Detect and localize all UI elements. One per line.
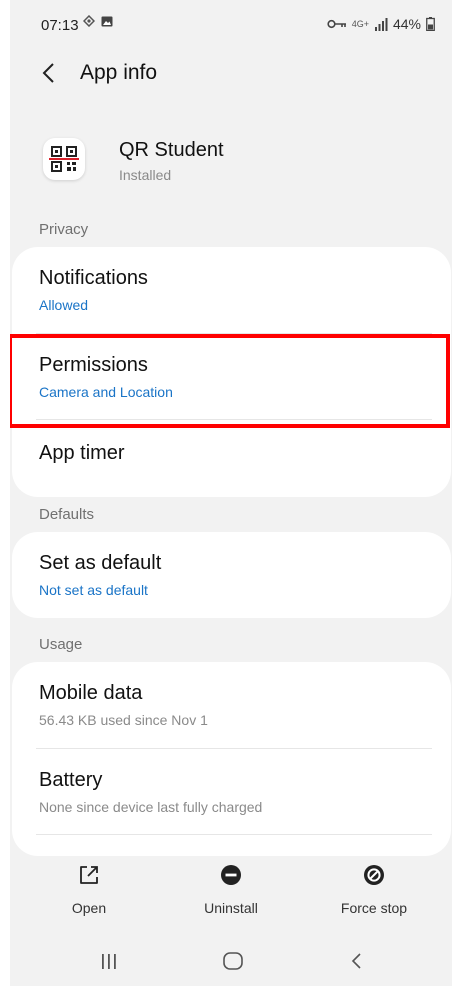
battery-percent: 44% [392,16,421,32]
open-external-icon [80,866,98,884]
home-icon [223,952,243,970]
minus-circle-icon [221,865,241,885]
app-bar: App info [10,52,452,94]
key-icon [327,19,346,29]
battery-icon [426,17,435,31]
app-name: QR Student [119,139,224,161]
notifications-row[interactable]: Notifications Allowed [12,247,451,333]
uninstall-button[interactable]: Uninstall [176,864,286,926]
notifications-subtitle: Allowed [39,297,89,313]
app-timer-title: App timer [39,442,125,464]
image-icon [101,16,113,26]
back-button[interactable] [34,58,64,88]
network-label: 4G+ [351,19,369,29]
app-summary: QR Student Installed [10,132,452,192]
battery-row[interactable]: Battery None since device last fully cha… [12,749,451,835]
battery-title: Battery [39,769,103,791]
set-as-default-row[interactable]: Set as default Not set as default [12,532,451,618]
permissions-row[interactable]: Permissions Camera and Location [12,334,451,419]
qr-app-icon [43,138,85,180]
navigation-bar [10,938,452,986]
home-button[interactable] [213,946,253,976]
block-icon [364,865,384,885]
status-right-icons: 4G+ 44% [327,16,435,32]
status-time: 07:13 [41,17,79,34]
gps-icon [83,15,95,27]
force-stop-button[interactable]: Force stop [319,864,429,926]
uninstall-label: Uninstall [204,900,258,916]
app-install-status: Installed [119,167,172,183]
back-chevron-icon [351,953,361,969]
system-back-button[interactable] [337,946,377,976]
force-stop-label: Force stop [340,900,408,916]
divider [36,834,432,835]
chevron-left-icon [42,63,54,83]
notifications-title: Notifications [39,267,148,289]
mobile-data-row[interactable]: Mobile data 56.43 KB used since Nov 1 [12,662,451,748]
action-bar: Open Uninstall Force stop [10,856,452,928]
status-bar: 07:13 4G+ 44% [10,0,452,52]
battery-subtitle: None since device last fully charged [39,799,263,815]
status-left-icons [83,15,113,27]
recents-icon [102,954,116,969]
permissions-subtitle: Camera and Location [39,384,173,400]
signal-icon [374,17,388,31]
app-timer-row[interactable]: App timer [12,420,451,497]
privacy-card: Notifications Allowed Permissions Camera… [12,247,451,497]
section-label-usage: Usage [39,636,83,653]
defaults-card: Set as default Not set as default [12,532,451,618]
open-label: Open [71,900,107,916]
open-button[interactable]: Open [34,864,144,926]
section-label-privacy: Privacy [39,221,89,238]
page-title: App info [80,61,158,84]
phone-screen: 07:13 4G+ 44% App info QR Student Instal… [10,0,452,986]
usage-card: Mobile data 56.43 KB used since Nov 1 Ba… [12,662,451,856]
set-as-default-subtitle: Not set as default [39,582,148,598]
mobile-data-title: Mobile data [39,682,143,704]
section-label-defaults: Defaults [39,506,95,523]
mobile-data-subtitle: 56.43 KB used since Nov 1 [39,712,208,728]
recents-button[interactable] [89,946,129,976]
permissions-title: Permissions [39,354,148,376]
set-as-default-title: Set as default [39,552,162,574]
